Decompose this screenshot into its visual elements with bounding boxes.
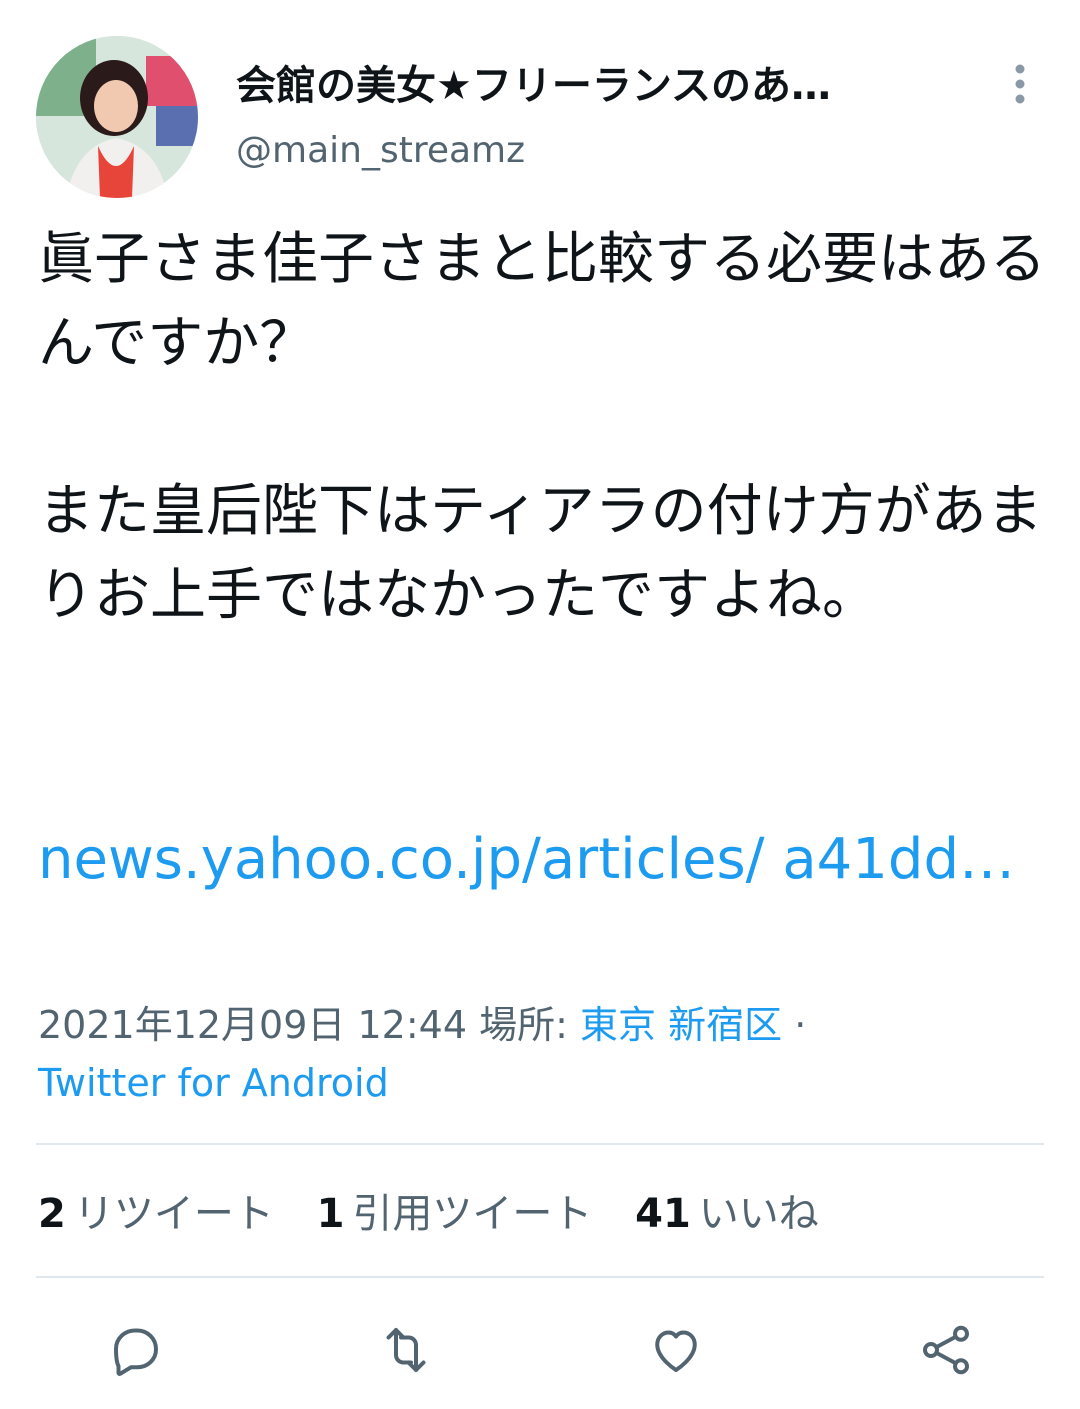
tweet-text: 眞子さま佳子さまと比較する必要はあるんですか？ また皇后陛下はティアラの付け方が… xyxy=(38,218,1048,638)
like-count-label: いいね xyxy=(698,1191,819,1237)
divider xyxy=(36,1143,1044,1145)
tweet-paragraph: 眞子さま佳子さまと比較する必要はあるんですか？ xyxy=(38,227,1046,376)
tweet-datetime[interactable]: 2021年12月09日 12:44 xyxy=(38,1003,467,1047)
share-button[interactable] xyxy=(906,1310,986,1390)
tweet-header: 会館の美女★フリーランスのあ… @main_streamz xyxy=(0,0,1080,200)
tweet-paragraph: また皇后陛下はティアラの付け方があまりお上手ではなかったですよね。 xyxy=(38,479,1043,628)
like-button[interactable] xyxy=(636,1310,716,1390)
retweet-count-label: リツイート xyxy=(73,1191,274,1237)
place-link[interactable]: 東京 新宿区 xyxy=(580,1003,782,1047)
quote-count[interactable]: 1 引用ツイート xyxy=(317,1184,593,1244)
retweet-count-number: 2 xyxy=(38,1191,66,1237)
reply-button[interactable] xyxy=(96,1310,176,1390)
place-label: 場所: xyxy=(479,1003,568,1047)
share-icon xyxy=(922,1325,970,1375)
client-link[interactable]: Twitter for Android xyxy=(38,1061,389,1105)
reply-icon xyxy=(114,1328,158,1376)
like-count[interactable]: 41 いいね xyxy=(635,1184,819,1244)
tweet-stats: 2 リツイート 1 引用ツイート 41 いいね xyxy=(38,1184,849,1244)
meta-separator: · xyxy=(794,1003,807,1047)
heart-icon xyxy=(655,1330,697,1372)
user-handle[interactable]: @main_streamz xyxy=(236,128,525,174)
retweet-button[interactable] xyxy=(366,1310,446,1390)
retweet-count[interactable]: 2 リツイート xyxy=(38,1184,274,1244)
display-name[interactable]: 会館の美女★フリーランスのあ… xyxy=(236,60,936,112)
tweet-meta: 2021年12月09日 12:44 場所: 東京 新宿区 · Twitter f… xyxy=(38,996,1048,1112)
more-vertical-icon[interactable] xyxy=(1000,60,1040,110)
tweet-link[interactable]: news.yahoo.co.jp/articles/ a41dd… xyxy=(38,818,1038,902)
quote-count-number: 1 xyxy=(316,1191,345,1237)
quote-count-label: 引用ツイート xyxy=(352,1191,593,1237)
avatar[interactable] xyxy=(36,36,198,198)
action-bar xyxy=(0,1310,1080,1400)
retweet-icon xyxy=(386,1328,426,1372)
profile-photo-icon xyxy=(36,36,198,198)
like-count-number: 41 xyxy=(635,1191,691,1237)
divider xyxy=(36,1276,1044,1278)
